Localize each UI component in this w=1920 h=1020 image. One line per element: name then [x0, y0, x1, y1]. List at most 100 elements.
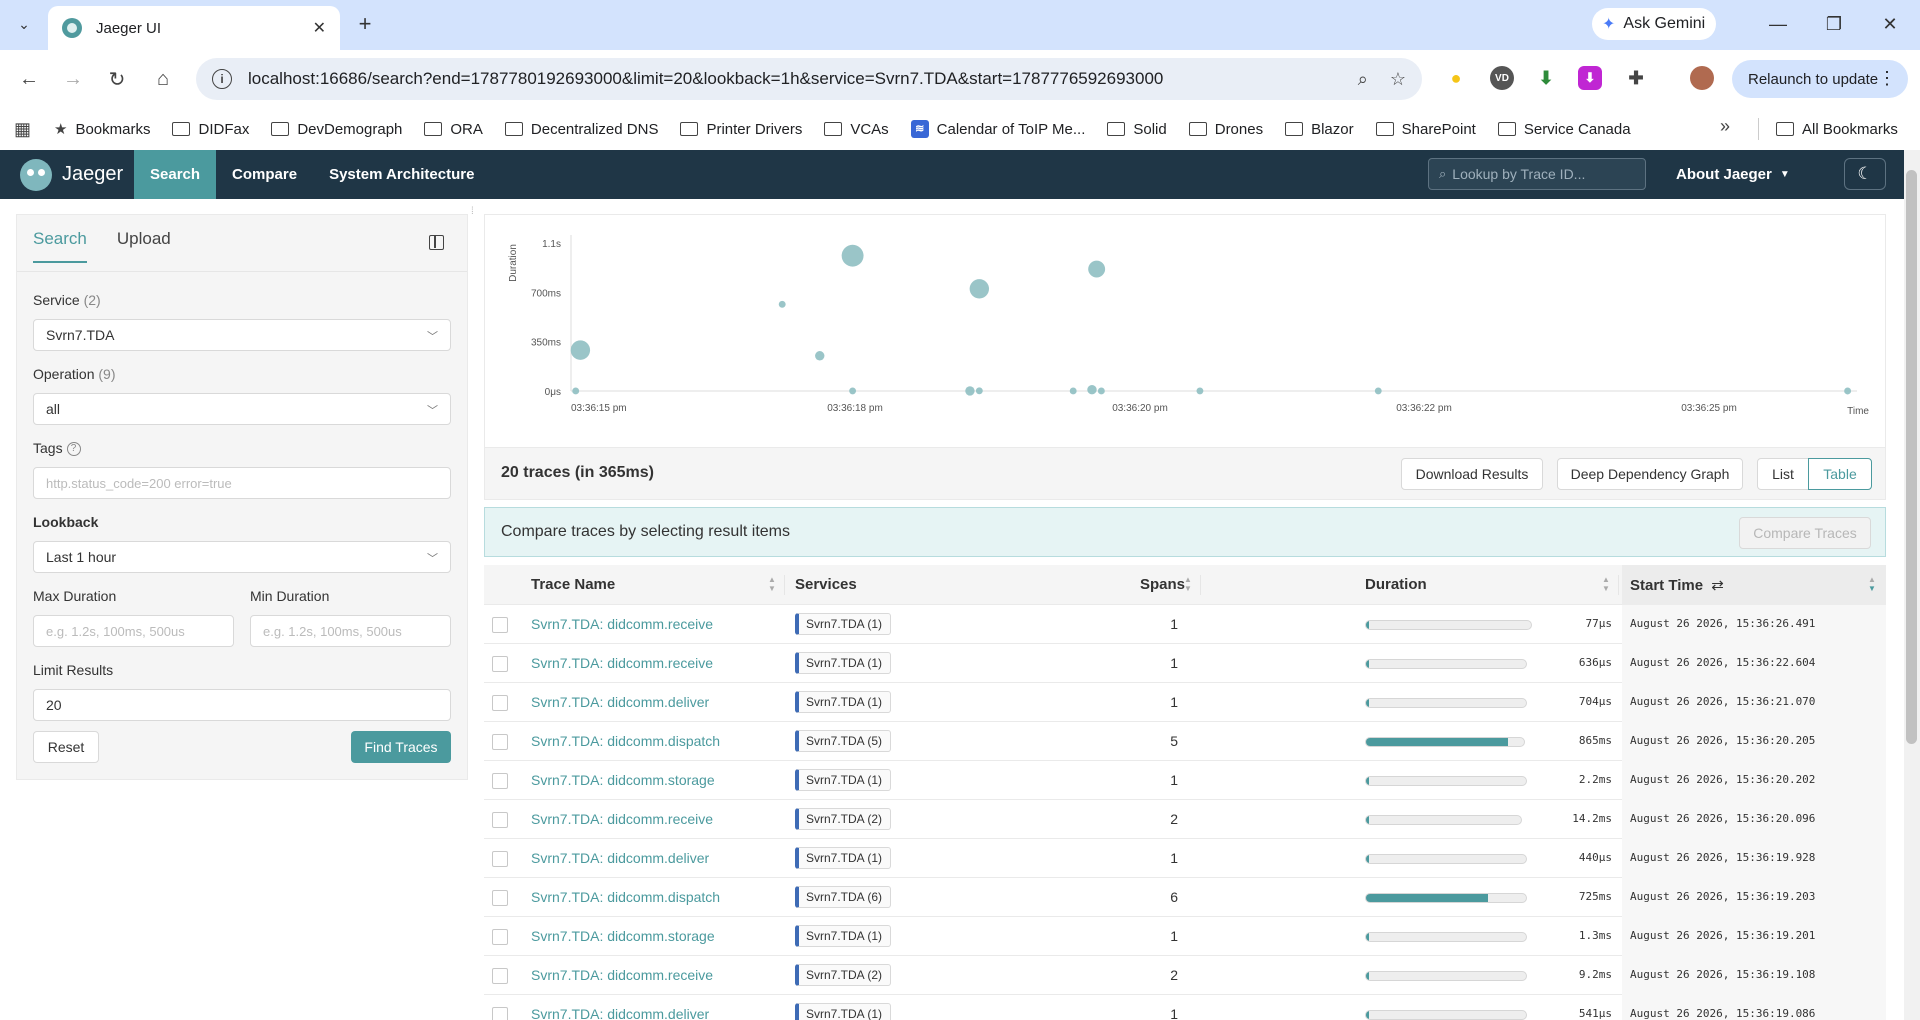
row-checkbox[interactable] [492, 1007, 508, 1020]
bookmark-ora[interactable]: ORA [424, 121, 483, 138]
table-row[interactable]: Svrn7.TDA: didcomm.deliver Svrn7.TDA (1) 1… [484, 839, 1886, 878]
trace-name-link[interactable]: Svrn7.TDA: didcomm.deliver [531, 1006, 709, 1020]
limit-results-input[interactable]: 20 [33, 689, 451, 721]
restore-button[interactable]: ❐ [1814, 8, 1854, 40]
bookmark-drones[interactable]: Drones [1188, 121, 1263, 138]
sort-icon[interactable]: ▲ ▼ [1184, 575, 1192, 593]
reload-icon[interactable]: ↻ [102, 64, 132, 94]
nav-search[interactable]: Search [134, 150, 217, 199]
sort-icon[interactable]: ▲ ▼ [768, 575, 776, 593]
table-row[interactable]: Svrn7.TDA: didcomm.storage Svrn7.TDA (1) 1… [484, 761, 1886, 800]
profile-avatar[interactable] [1690, 66, 1714, 90]
col-trace-name[interactable]: Trace Name [531, 576, 615, 593]
lightbulb-extension-icon[interactable]: ● [1444, 66, 1468, 90]
row-checkbox[interactable] [492, 968, 508, 984]
about-jaeger-menu[interactable]: About Jaeger ▼ [1676, 150, 1790, 199]
download-results-button[interactable]: Download Results [1401, 458, 1543, 490]
trace-name-link[interactable]: Svrn7.TDA: didcomm.receive [531, 655, 713, 671]
row-checkbox[interactable] [492, 617, 508, 633]
col-duration[interactable]: Duration [1365, 576, 1427, 593]
help-icon[interactable]: ? [66, 442, 81, 456]
trace-name-link[interactable]: Svrn7.TDA: didcomm.dispatch [531, 889, 720, 905]
service-select[interactable]: Svrn7.TDA ﹀ [33, 319, 451, 351]
download-extension-icon[interactable]: ⬇ [1534, 66, 1558, 90]
compare-traces-button[interactable]: Compare Traces [1739, 517, 1871, 549]
bookmark-solid[interactable]: Solid [1107, 121, 1167, 138]
trace-name-link[interactable]: Svrn7.TDA: didcomm.dispatch [531, 733, 720, 749]
page-scrollbar-thumb[interactable] [1906, 170, 1917, 744]
bookmark-star-icon[interactable]: ☆ [1390, 69, 1406, 90]
vd-extension-icon[interactable]: VD [1490, 66, 1514, 90]
row-checkbox[interactable] [492, 812, 508, 828]
bookmark-sharepoint[interactable]: SharePoint [1375, 121, 1476, 138]
bookmark-blazor[interactable]: Blazor [1285, 121, 1354, 138]
table-row[interactable]: Svrn7.TDA: didcomm.receive Svrn7.TDA (2) 2… [484, 800, 1886, 839]
row-checkbox[interactable] [492, 929, 508, 945]
table-row[interactable]: Svrn7.TDA: didcomm.dispatch Svrn7.TDA (6)… [484, 878, 1886, 917]
new-tab-button[interactable]: + [352, 12, 378, 38]
bookmark-didfax[interactable]: DIDFax [172, 121, 249, 138]
panel-resize-handle[interactable]: ⁞ [471, 206, 479, 218]
close-window-button[interactable]: ✕ [1870, 8, 1910, 40]
max-duration-input[interactable]: e.g. 1.2s, 100ms, 500us [33, 615, 234, 647]
lookback-select[interactable]: Last 1 hour ﹀ [33, 541, 451, 573]
minimize-button[interactable]: — [1758, 8, 1798, 40]
sort-desc-icon[interactable]: ▲ ▼ [1868, 575, 1876, 593]
bookmark-devdemograph[interactable]: DevDemograph [271, 121, 402, 138]
operation-select[interactable]: all ﹀ [33, 393, 451, 425]
trace-name-link[interactable]: Svrn7.TDA: didcomm.deliver [531, 694, 709, 710]
bookmark-decentralized-dns[interactable]: Decentralized DNS [504, 121, 658, 138]
table-row[interactable]: Svrn7.TDA: didcomm.receive Svrn7.TDA (1) 1… [484, 605, 1886, 644]
close-icon[interactable]: ✕ [313, 18, 326, 38]
bookmark-calendar[interactable]: ≋ Calendar of ToIP Me... [910, 120, 1085, 138]
table-view-button[interactable]: Table [1808, 458, 1872, 490]
list-view-button[interactable]: List [1757, 458, 1809, 490]
reset-button[interactable]: Reset [33, 731, 99, 763]
row-checkbox[interactable] [492, 656, 508, 672]
address-bar[interactable]: i localhost:16686/search?end=17877801926… [196, 58, 1422, 100]
download-manager-extension-icon[interactable]: ⬇ [1578, 66, 1602, 90]
tab-search-menu-icon[interactable]: ⌄ [10, 10, 38, 38]
row-checkbox[interactable] [492, 734, 508, 750]
zoom-icon[interactable]: ⌕ [1358, 69, 1368, 90]
nav-system-architecture[interactable]: System Architecture [313, 150, 490, 199]
forward-arrow-icon[interactable]: → [58, 64, 88, 94]
bookmark-printer-drivers[interactable]: Printer Drivers [680, 121, 802, 138]
bookmark-vcas[interactable]: VCAs [824, 121, 889, 138]
row-checkbox[interactable] [492, 890, 508, 906]
bookmark-bookmarks[interactable]: ★ Bookmarks [54, 120, 150, 139]
row-checkbox[interactable] [492, 695, 508, 711]
jaeger-logo[interactable]: Jaeger [0, 150, 134, 199]
site-info-icon[interactable]: i [212, 69, 232, 89]
bookmark-service-canada[interactable]: Service Canada [1497, 121, 1631, 138]
sort-icon[interactable]: ▲ ▼ [1602, 575, 1610, 593]
col-services[interactable]: Services [795, 576, 857, 593]
table-row[interactable]: Svrn7.TDA: didcomm.storage Svrn7.TDA (1) 1… [484, 917, 1886, 956]
more-bookmarks-chevron-icon[interactable]: » [1720, 116, 1730, 137]
trace-id-lookup-input[interactable]: ⌕ Lookup by Trace ID... [1428, 158, 1646, 190]
trace-name-link[interactable]: Svrn7.TDA: didcomm.deliver [531, 850, 709, 866]
trace-name-link[interactable]: Svrn7.TDA: didcomm.storage [531, 772, 715, 788]
table-row[interactable]: Svrn7.TDA: didcomm.receive Svrn7.TDA (2) 2… [484, 956, 1886, 995]
find-traces-button[interactable]: Find Traces [351, 731, 451, 763]
table-row[interactable]: Svrn7.TDA: didcomm.deliver Svrn7.TDA (1) 1… [484, 995, 1886, 1020]
min-duration-input[interactable]: e.g. 1.2s, 100ms, 500us [250, 615, 451, 647]
tags-input[interactable]: http.status_code=200 error=true [33, 467, 451, 499]
row-checkbox[interactable] [492, 773, 508, 789]
col-spans[interactable]: Spans [1140, 576, 1185, 593]
nav-compare[interactable]: Compare [216, 150, 313, 199]
home-icon[interactable]: ⌂ [148, 64, 178, 94]
ask-gemini-button[interactable]: ✦ Ask Gemini [1592, 8, 1716, 40]
theme-toggle-moon-icon[interactable]: ☾ [1844, 158, 1886, 190]
table-row[interactable]: Svrn7.TDA: didcomm.dispatch Svrn7.TDA (5)… [484, 722, 1886, 761]
back-arrow-icon[interactable]: ← [14, 64, 44, 94]
all-bookmarks[interactable]: All Bookmarks [1776, 108, 1898, 150]
collapse-panel-icon[interactable] [429, 235, 444, 250]
browser-tab[interactable]: Jaeger UI ✕ [48, 6, 340, 50]
trace-name-link[interactable]: Svrn7.TDA: didcomm.receive [531, 616, 713, 632]
more-menu-icon[interactable]: ⋮ [1878, 68, 1896, 89]
trace-name-link[interactable]: Svrn7.TDA: didcomm.receive [531, 811, 713, 827]
extensions-puzzle-icon[interactable]: ✚ [1624, 66, 1648, 90]
col-start-time[interactable]: Start Time ⇄ [1630, 576, 1724, 594]
apps-grid-icon[interactable]: ▦ [14, 119, 36, 140]
